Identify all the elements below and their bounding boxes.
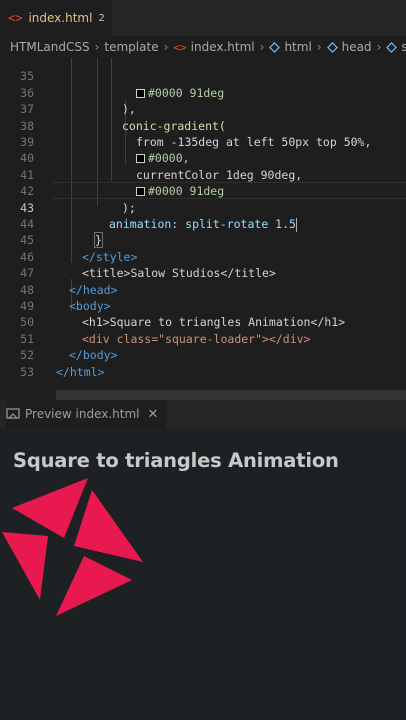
horizontal-scrollbar[interactable]: [56, 390, 406, 400]
code-line: 44 }: [20, 217, 103, 249]
tab-preview[interactable]: Preview index.html ✕: [6, 400, 167, 428]
tab-index-html[interactable]: <> index.html 2: [0, 0, 112, 36]
code-line: 53: [20, 364, 34, 379]
code-line: 36 ),: [20, 85, 136, 117]
code-line: 49 <h1>Square to triangles Animation</h1…: [20, 299, 346, 330]
code-line: 46 <title>Salow Studios</title>: [20, 249, 276, 281]
code-line: 52 </html>: [20, 348, 105, 379]
tag-icon: [386, 41, 398, 53]
tab-label: index.html: [28, 11, 93, 25]
code-line: 38 from -135deg at left 50px top 50%,: [20, 118, 372, 149]
loader-triangle-right: [74, 490, 143, 562]
preview-tab-label: Preview index.html: [25, 407, 140, 421]
code-line-active: 43 animation: split-rotate 1.5: [20, 200, 297, 232]
editor-tab-bar: <> index.html 2: [0, 0, 406, 36]
code-line: 51 </body>: [20, 331, 118, 363]
loader-triangle-bottom: [56, 556, 132, 616]
code-line: 35 #0000 91deg: [20, 69, 225, 100]
square-loader: [2, 478, 143, 616]
problem-count-badge: 2: [98, 12, 105, 24]
code-line: 50 <div class="square-loader"></div>: [20, 315, 311, 346]
preview-tab-bar: Preview index.html ✕: [0, 400, 406, 428]
tag-icon: [326, 41, 338, 53]
code-line: 47 </head>: [20, 266, 118, 297]
tag-icon: [269, 41, 281, 53]
code-editor[interactable]: 35 #0000 91deg 36 ), 37 conic-gradient( …: [0, 58, 406, 393]
code-line: 40 currentColor 1deg 90deg,: [20, 151, 303, 182]
html-file-icon: <>: [8, 11, 23, 25]
code-line: 41 #0000 91deg: [20, 167, 225, 199]
loader-triangle-left: [2, 532, 48, 600]
code-line: 42 );: [20, 184, 136, 215]
code-line: 48 <body>: [20, 282, 111, 313]
preview-pane: Square to triangles Animation: [0, 428, 406, 720]
loader-triangle-top: [12, 478, 88, 538]
code-line: 39 #0000,: [20, 135, 190, 166]
code-line: 45 </style>: [20, 233, 138, 264]
code-line: 37 conic-gradient(: [20, 102, 226, 133]
preview-heading: Square to triangles Animation: [13, 449, 339, 472]
preview-icon: [6, 408, 20, 419]
close-icon[interactable]: ✕: [148, 407, 159, 422]
